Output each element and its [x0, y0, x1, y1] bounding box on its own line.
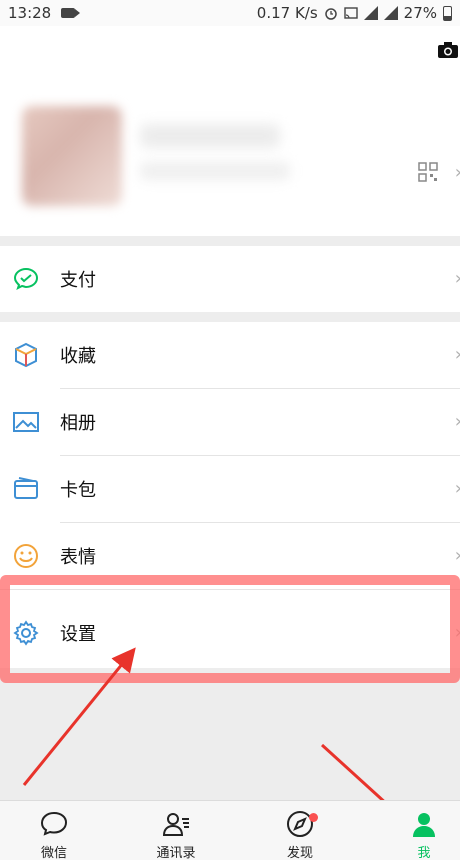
- profile-header[interactable]: ›: [0, 26, 460, 236]
- screen-record-icon: [61, 8, 81, 18]
- signal-icon: [363, 6, 378, 20]
- menu-label-pay: 支付: [60, 270, 96, 291]
- tab-contacts[interactable]: 通讯录: [136, 809, 216, 860]
- bottom-tab-bar: 微信 通讯录 发现 我: [0, 800, 460, 860]
- tab-label-discover: 发现: [286, 846, 313, 860]
- chevron-right-icon: ›: [455, 162, 460, 183]
- gear-icon: [13, 620, 39, 646]
- cast-icon: [343, 7, 358, 19]
- camera-icon[interactable]: [438, 42, 458, 58]
- qr-code-icon[interactable]: [418, 162, 438, 182]
- signal-icon-2: [383, 6, 398, 20]
- wechat-pay-icon: [13, 267, 39, 290]
- menu-item-favorites[interactable]: 收藏 ›: [0, 322, 460, 388]
- avatar[interactable]: [22, 106, 122, 206]
- features-section: 收藏 › 相册 › 卡包 › 表情 › 设置 ›: [0, 322, 460, 668]
- image-icon: [13, 412, 39, 432]
- chevron-right-icon: ›: [455, 268, 460, 289]
- tab-label-chats: 微信: [40, 846, 67, 860]
- cube-icon: [15, 342, 37, 368]
- menu-item-stickers[interactable]: 表情 ›: [0, 523, 460, 589]
- menu-label-settings: 设置: [60, 624, 96, 645]
- divider: [0, 589, 460, 590]
- menu-label-cards: 卡包: [60, 480, 96, 501]
- tab-label-contacts: 通讯录: [156, 846, 196, 860]
- chevron-right-icon: ›: [455, 622, 460, 643]
- tab-chats[interactable]: 微信: [14, 809, 94, 860]
- menu-label-album: 相册: [60, 413, 96, 434]
- contacts-icon: [162, 813, 189, 836]
- chevron-right-icon: ›: [455, 478, 460, 499]
- network-speed: 0.17 K/s: [256, 4, 318, 22]
- chevron-right-icon: ›: [455, 545, 460, 566]
- blurred-wechat-id: [140, 162, 290, 180]
- tab-discover[interactable]: 发现: [260, 809, 340, 860]
- menu-item-album[interactable]: 相册 ›: [0, 389, 460, 455]
- notification-badge: [309, 813, 318, 822]
- smiley-icon: [14, 544, 38, 568]
- tab-label-me: 我: [417, 846, 431, 860]
- blurred-username: [140, 124, 280, 148]
- menu-item-pay[interactable]: 支付 ›: [0, 246, 460, 312]
- menu-label-favorites: 收藏: [60, 346, 96, 367]
- menu-label-stickers: 表情: [60, 547, 96, 568]
- tab-me[interactable]: 我: [384, 809, 460, 860]
- chevron-right-icon: ›: [455, 411, 460, 432]
- status-bar: 13:28 0.17 K/s 27%: [0, 0, 460, 26]
- pay-section: 支付 ›: [0, 246, 460, 312]
- menu-item-cards[interactable]: 卡包 ›: [0, 456, 460, 522]
- wallet-icon: [14, 477, 38, 499]
- chevron-right-icon: ›: [455, 344, 460, 365]
- person-icon: [413, 813, 435, 837]
- status-time: 13:28: [8, 4, 52, 22]
- menu-item-settings[interactable]: 设置 ›: [0, 600, 460, 666]
- battery-percent: 27%: [403, 4, 437, 22]
- alarm-icon: [324, 8, 337, 20]
- battery-icon: [443, 5, 452, 21]
- chat-bubble-icon: [40, 811, 68, 836]
